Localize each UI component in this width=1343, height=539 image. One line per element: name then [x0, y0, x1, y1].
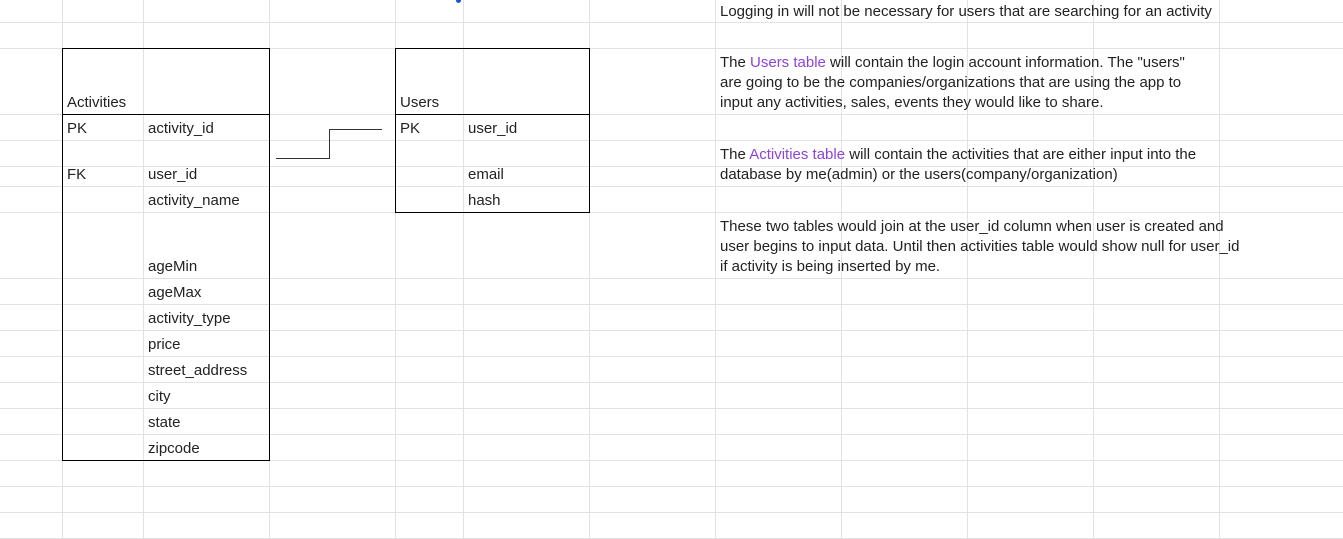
- activities-field-city: city: [148, 388, 171, 405]
- users-table-title: Users: [400, 94, 440, 111]
- activities-table-title: Activities: [67, 94, 127, 111]
- users-field-email: email: [468, 166, 504, 183]
- relation-connector-bottom: [276, 158, 329, 159]
- users-field-user-id: user_id: [468, 120, 518, 137]
- activities-field-agemax: ageMax: [148, 284, 202, 301]
- relation-connector-vertical: [329, 129, 330, 159]
- users-key-pk: PK: [400, 120, 421, 137]
- activities-key-fk: FK: [67, 166, 87, 183]
- activities-field-activity-id: activity_id: [148, 120, 214, 137]
- relation-connector-top: [329, 129, 382, 130]
- users-field-hash: hash: [468, 192, 501, 209]
- users-note-line-3: input any activities, sales, events they…: [720, 94, 1104, 111]
- activities-field-activity-type: activity_type: [148, 310, 231, 327]
- join-note-line-2: user begins to input data. Until then ac…: [720, 238, 1240, 255]
- activities-field-user-id: user_id: [148, 166, 198, 183]
- activities-field-price: price: [148, 336, 181, 353]
- join-note-line-1: These two tables would join at the user_…: [720, 218, 1224, 235]
- activities-note-line-1: The Activities table will contain the ac…: [720, 146, 1197, 163]
- activities-field-agemin: ageMin: [148, 258, 198, 275]
- activities-table-reference: Activities table: [749, 146, 846, 163]
- users-note-line-2: are going to be the companies/organizati…: [720, 74, 1182, 91]
- join-note-line-3: if activity is being inserted by me.: [720, 258, 941, 275]
- activities-header-divider: [62, 114, 269, 115]
- login-note: Logging in will not be necessary for use…: [720, 3, 1212, 20]
- users-header-divider: [395, 114, 589, 115]
- activities-field-zipcode: zipcode: [148, 440, 200, 457]
- users-note-line-1: The Users table will contain the login a…: [720, 54, 1185, 71]
- activities-note-line-2: database by me(admin) or the users(compa…: [720, 166, 1118, 183]
- activities-field-state: state: [148, 414, 181, 431]
- activities-field-activity-name: activity_name: [148, 192, 240, 209]
- users-table-reference: Users table: [750, 54, 826, 71]
- activities-key-pk: PK: [67, 120, 88, 137]
- activities-field-street-address: street_address: [148, 362, 248, 379]
